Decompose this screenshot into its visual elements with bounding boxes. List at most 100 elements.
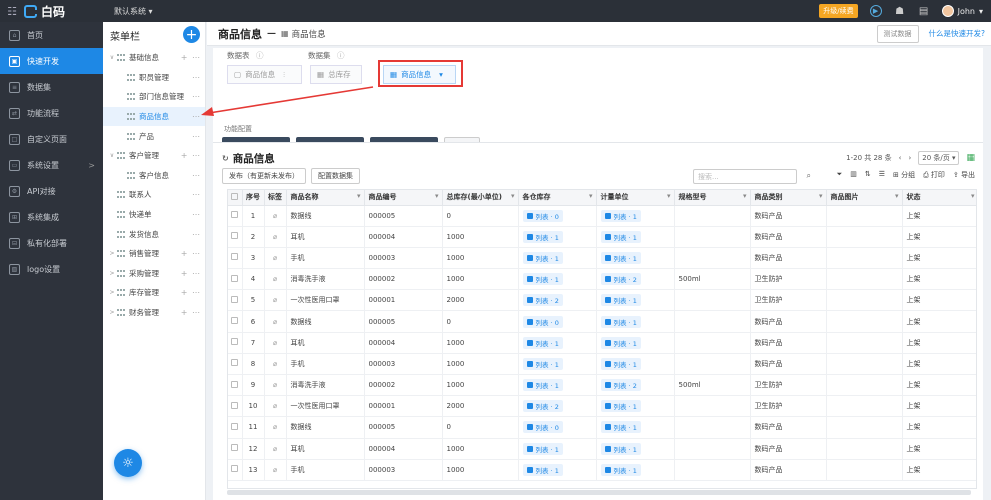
tree-tools-icon[interactable]: ⋯ xyxy=(192,171,201,180)
sidebar-item-api[interactable]: ⚙ API对接 xyxy=(0,178,103,204)
paperclip-icon[interactable]: ⌀ xyxy=(273,466,277,474)
table-cell[interactable]: 列表 · 1 xyxy=(596,438,675,460)
list-tag[interactable]: 列表 · 1 xyxy=(600,251,641,264)
paperclip-icon[interactable]: ⌀ xyxy=(273,296,277,304)
select-all-checkbox[interactable] xyxy=(231,192,239,200)
refresh-icon[interactable]: ↻ xyxy=(222,154,229,163)
apps-grid-icon[interactable]: ☷ xyxy=(0,5,24,18)
table-row[interactable]: 13 ⌀ 手机 000003 1000 列表 · 1 列表 · 1 数码产品 上架 xyxy=(228,459,976,481)
paperclip-icon[interactable]: ⌀ xyxy=(273,275,277,283)
sidebar-item-logo[interactable]: ▧ logo设置 xyxy=(0,256,103,282)
sort-icon[interactable]: ⇅ xyxy=(865,170,871,180)
column-header[interactable]: 商品编号 ▾ xyxy=(364,190,443,206)
column-header[interactable]: 标签 xyxy=(264,190,287,206)
row-checkbox[interactable] xyxy=(231,444,239,452)
paperclip-icon[interactable]: ⌀ xyxy=(273,254,277,262)
list-tag[interactable]: 列表 · 0 xyxy=(522,209,563,222)
list-tag[interactable]: 列表 · 1 xyxy=(600,294,641,307)
list-tag[interactable]: 列表 · 1 xyxy=(600,421,641,434)
caret-down-icon[interactable]: ▾ xyxy=(511,192,515,200)
table-row[interactable]: 2 ⌀ 耳机 000004 1000 列表 · 1 列表 · 1 数码产品 上架 xyxy=(228,226,976,248)
prev-page-icon[interactable]: ‹ xyxy=(899,154,902,162)
menu-tree-item[interactable]: 联系人 ⋯ xyxy=(103,185,205,205)
table-cell[interactable]: 列表 · 1 xyxy=(596,205,675,227)
table-cell[interactable]: 列表 · 1 xyxy=(596,416,675,439)
row-checkbox[interactable] xyxy=(231,401,239,409)
publish-button[interactable]: 发布（有更新未发布） xyxy=(222,168,306,184)
table-row[interactable]: 3 ⌀ 手机 000003 1000 列表 · 1 列表 · 1 数码产品 上架 xyxy=(228,247,976,270)
row-checkbox[interactable] xyxy=(231,338,239,346)
test-data-button[interactable]: 测试数据 xyxy=(876,24,919,43)
column-header[interactable]: 商品图片 ▾ xyxy=(826,190,903,206)
paperclip-icon[interactable]: ⌀ xyxy=(273,212,277,220)
table-cell[interactable]: 列表 · 1 xyxy=(596,459,675,481)
table-cell[interactable]: 列表 · 1 xyxy=(518,459,597,481)
list-tag[interactable]: 列表 · 1 xyxy=(600,442,641,455)
attachment-cell[interactable]: ⌀ xyxy=(264,268,287,291)
list-tag[interactable]: 列表 · 1 xyxy=(600,230,641,243)
paperclip-icon[interactable]: ⌀ xyxy=(273,445,277,453)
next-page-icon[interactable]: › xyxy=(908,154,911,162)
system-select[interactable]: 默认系统 ▾ xyxy=(114,6,153,17)
search-icon[interactable]: ⌕ xyxy=(807,171,811,181)
column-header[interactable]: 计量单位 ▾ xyxy=(596,190,675,206)
print-button[interactable]: ⎙ 打印 xyxy=(923,170,945,180)
row-checkbox[interactable] xyxy=(231,274,239,282)
horizontal-scrollbar[interactable] xyxy=(227,490,971,495)
row-checkbox[interactable] xyxy=(231,380,239,388)
row-checkbox[interactable] xyxy=(231,359,239,367)
lightbulb-help-icon[interactable]: ☼ xyxy=(114,449,142,477)
chart-icon[interactable]: ▥ xyxy=(850,170,857,180)
table-row[interactable]: 9 ⌀ 消毒洗手液 000002 1000 列表 · 1 列表 · 2 500ml 卫生防护 上架 xyxy=(228,374,976,397)
menu-tree-item[interactable]: > 库存管理 + ⋯ xyxy=(103,283,205,303)
row-checkbox-cell[interactable] xyxy=(228,353,243,376)
attachment-cell[interactable]: ⌀ xyxy=(264,374,287,397)
row-checkbox-cell[interactable] xyxy=(228,459,243,481)
filter-icon[interactable]: ⏷ xyxy=(837,170,843,180)
tree-tools-icon[interactable]: + ⋯ xyxy=(181,288,201,297)
tree-caret-icon[interactable]: > xyxy=(107,289,117,296)
list-tag[interactable]: 列表 · 0 xyxy=(522,421,563,434)
menu-tree-item[interactable]: 职员管理 ⋯ xyxy=(103,68,205,88)
attachment-cell[interactable]: ⌀ xyxy=(264,247,287,270)
row-checkbox[interactable] xyxy=(231,211,239,219)
attachment-cell[interactable]: ⌀ xyxy=(264,416,287,439)
paperclip-icon[interactable]: ⌀ xyxy=(273,423,277,431)
sidebar-item-settings[interactable]: ▭ 系统设置 > xyxy=(0,152,103,178)
list-tag[interactable]: 列表 · 2 xyxy=(600,379,641,392)
table-row[interactable]: 10 ⌀ 一次性医用口罩 000001 2000 列表 · 2 列表 · 1 卫生防护 上架 xyxy=(228,395,976,418)
table-cell[interactable]: 列表 · 1 xyxy=(596,289,675,312)
search-input[interactable]: 搜索... xyxy=(693,169,797,184)
list-tag[interactable]: 列表 · 1 xyxy=(600,315,641,328)
attachment-cell[interactable]: ⌀ xyxy=(264,459,287,481)
attachment-cell[interactable]: ⌀ xyxy=(264,310,287,333)
play-icon[interactable]: ▶ xyxy=(869,5,882,17)
tree-tools-icon[interactable]: ⋯ xyxy=(192,190,201,199)
tree-tools-icon[interactable]: + ⋯ xyxy=(181,308,201,317)
attachment-cell[interactable]: ⌀ xyxy=(264,395,287,418)
row-checkbox[interactable] xyxy=(231,465,239,473)
tree-caret-icon[interactable]: ∨ xyxy=(107,152,117,159)
caret-down-icon[interactable]: ▾ xyxy=(357,192,361,200)
table-cell[interactable]: 列表 · 1 xyxy=(596,310,675,333)
list-tag[interactable]: 列表 · 1 xyxy=(600,336,641,349)
menu-tree-item[interactable]: 快递单 ⋯ xyxy=(103,205,205,225)
paperclip-icon[interactable]: ⌀ xyxy=(273,402,277,410)
tree-tools-icon[interactable]: ⋯ xyxy=(192,132,201,141)
sidebar-item-custom-page[interactable]: □ 自定义页面 xyxy=(0,126,103,152)
row-checkbox[interactable] xyxy=(231,253,239,261)
row-checkbox-cell[interactable] xyxy=(228,395,243,418)
caret-down-icon[interactable]: ▾ xyxy=(895,192,899,200)
list-tag[interactable]: 列表 · 1 xyxy=(522,251,563,264)
table-cell[interactable]: 列表 · 1 xyxy=(596,247,675,270)
list-tag[interactable]: 列表 · 1 xyxy=(522,379,563,392)
list-tag[interactable]: 列表 · 1 xyxy=(522,273,563,286)
tree-tools-icon[interactable]: ⋯ xyxy=(192,230,201,239)
column-header[interactable]: 各仓库存 ▾ xyxy=(518,190,597,206)
robot-icon[interactable]: ☗ xyxy=(894,5,906,17)
sidebar-item-quick-dev[interactable]: ▣ 快速开发 xyxy=(0,48,103,74)
list-tag[interactable]: 列表 · 2 xyxy=(600,273,641,286)
columns-icon[interactable]: ☰ xyxy=(879,170,885,180)
user-menu[interactable]: John ▾ xyxy=(941,5,983,17)
row-checkbox-cell[interactable] xyxy=(228,226,243,248)
